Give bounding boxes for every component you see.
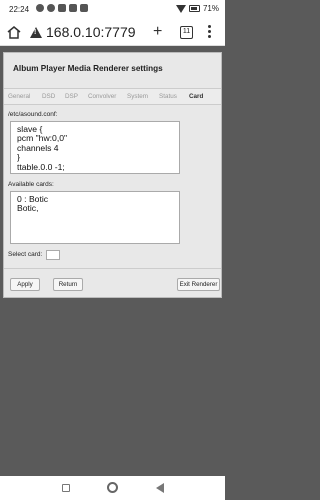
tab-status[interactable]: Status bbox=[159, 93, 177, 100]
return-button[interactable]: Return bbox=[53, 278, 83, 291]
asound-config-textarea[interactable]: slave { pcm "hw:0,0" channels 4 } ttable… bbox=[10, 121, 180, 174]
tab-general[interactable]: General bbox=[8, 93, 30, 100]
notification-icons bbox=[36, 4, 88, 12]
home-nav-icon[interactable] bbox=[107, 482, 118, 493]
apply-button[interactable]: Apply bbox=[10, 278, 40, 291]
tab-switcher-button[interactable]: 11 bbox=[180, 26, 193, 39]
url-field[interactable]: 168.0.10:7779 bbox=[46, 24, 136, 40]
notification-icon bbox=[47, 4, 55, 12]
tab-convolver[interactable]: Convolver bbox=[88, 93, 116, 100]
new-tab-icon[interactable]: + bbox=[153, 23, 162, 41]
notification-icon bbox=[58, 4, 66, 12]
battery-icon bbox=[188, 5, 200, 12]
not-secure-icon[interactable] bbox=[30, 27, 42, 38]
cards-label: Available cards: bbox=[8, 181, 54, 188]
tab-card[interactable]: Card bbox=[189, 93, 203, 100]
tab-system[interactable]: System bbox=[127, 93, 148, 100]
browser-menu-icon[interactable] bbox=[208, 25, 212, 38]
exit-renderer-button[interactable]: Exit Renderer bbox=[177, 278, 220, 291]
select-card-label: Select card: bbox=[8, 251, 43, 258]
available-cards-textarea[interactable]: 0 : Botic Botic, bbox=[10, 191, 180, 244]
page-title: Album Player Media Renderer settings bbox=[13, 64, 163, 73]
settings-panel: Album Player Media Renderer settings Gen… bbox=[3, 52, 222, 298]
android-nav-bar bbox=[0, 476, 225, 500]
notification-icon bbox=[69, 4, 77, 12]
battery-level: 71% bbox=[202, 4, 219, 13]
status-bar: 22:24 71% bbox=[0, 0, 225, 20]
config-label: /etc/asound.conf: bbox=[8, 111, 58, 118]
recents-icon[interactable] bbox=[62, 484, 70, 492]
wifi-icon bbox=[175, 4, 186, 13]
browser-toolbar: 168.0.10:7779 + 11 bbox=[0, 20, 225, 46]
select-card-input[interactable] bbox=[46, 250, 60, 260]
divider bbox=[4, 268, 221, 269]
tab-dsd[interactable]: DSD bbox=[42, 93, 55, 100]
notification-icon bbox=[80, 4, 88, 12]
tab-dsp[interactable]: DSP bbox=[65, 93, 78, 100]
back-icon[interactable] bbox=[156, 483, 164, 493]
status-time: 22:24 bbox=[9, 5, 30, 14]
notification-icon bbox=[36, 4, 44, 12]
home-icon[interactable] bbox=[7, 26, 21, 39]
settings-tabs: General DSD DSP Convolver System Status … bbox=[4, 88, 221, 105]
